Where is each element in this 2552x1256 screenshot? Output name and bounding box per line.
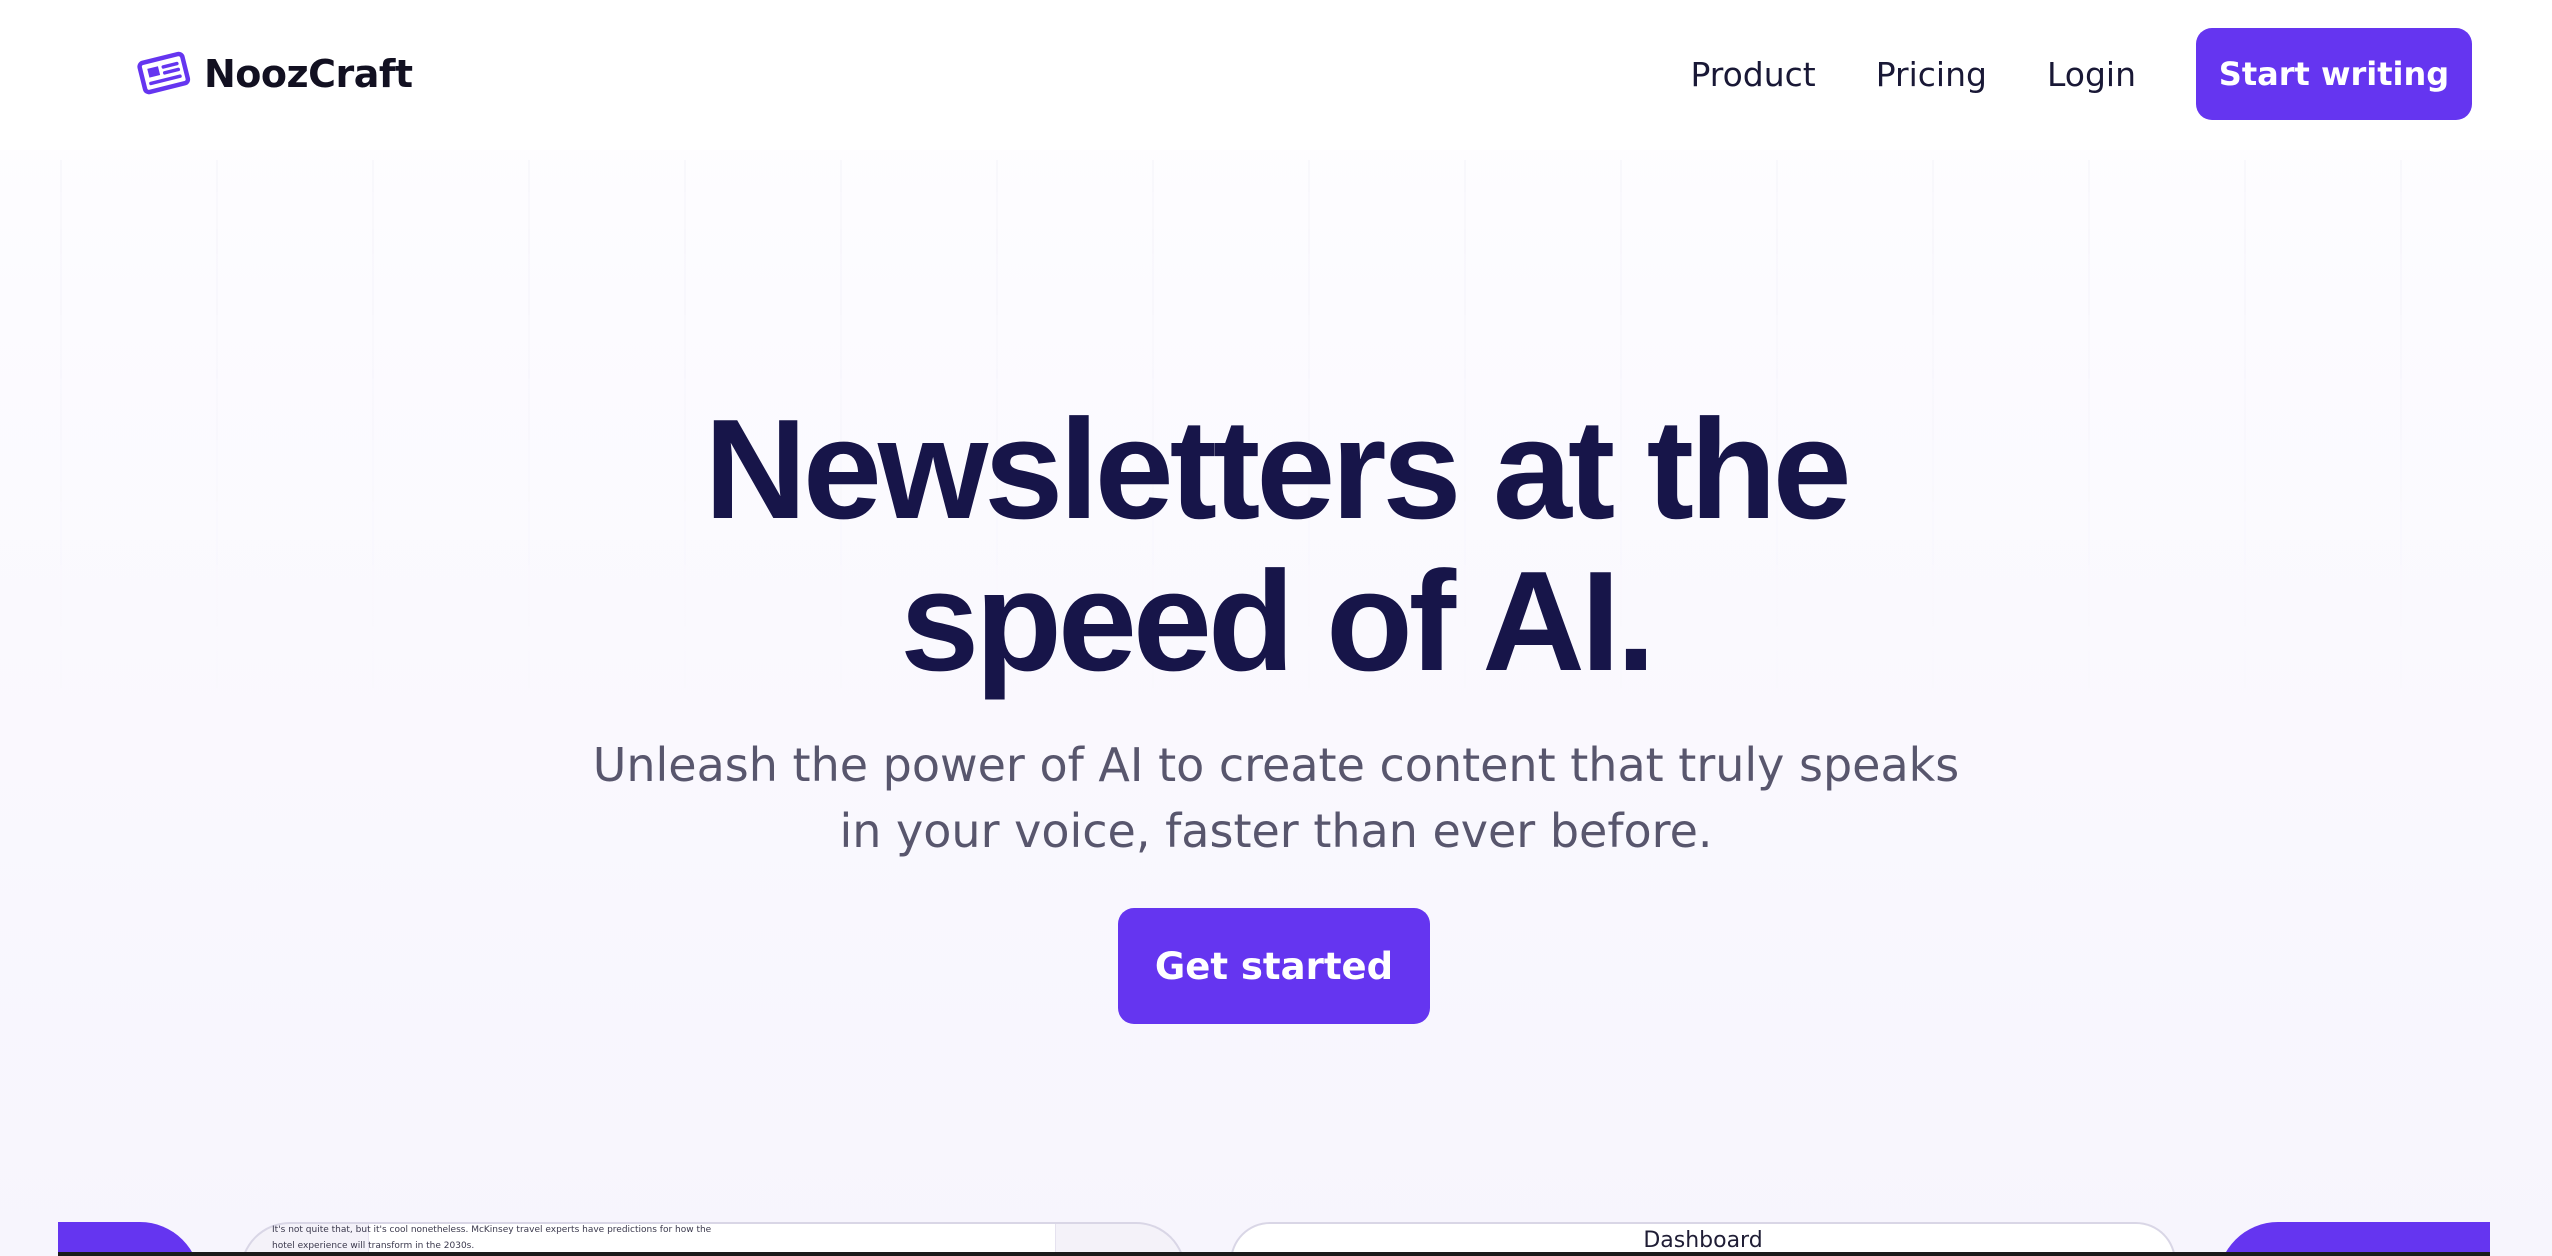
get-started-button[interactable]: Get started: [1118, 908, 1430, 1024]
hero-title-line-2: speed of AI.: [900, 542, 1656, 701]
hero-subtitle: Unleash the power of AI to create conten…: [476, 732, 2076, 864]
hero-title-line-1: Newsletters at the: [704, 390, 1851, 549]
nav-links: Product Pricing Login Start writing: [1690, 28, 2472, 120]
hero-subtitle-line-1: Unleash the power of AI to create conten…: [592, 738, 1960, 792]
preview-left-accent: [58, 1222, 200, 1256]
brand-name: NoozCraft: [204, 52, 413, 96]
landing-page: NoozCraft Product Pricing Login Start wr…: [0, 0, 2552, 1256]
preview-right-accent: [2218, 1222, 2490, 1256]
nav-link-login[interactable]: Login: [2047, 55, 2136, 94]
brand-logo-link[interactable]: NoozCraft: [136, 44, 413, 104]
newsletter-preview-snippet: It's not quite that, but it's cool nonet…: [266, 1222, 926, 1254]
dashboard-title: Dashboard: [1643, 1228, 1763, 1253]
hero-title: Newsletters at the speed of AI.: [476, 394, 2076, 698]
viewport-bottom-edge: [58, 1252, 2490, 1256]
start-writing-button[interactable]: Start writing: [2196, 28, 2472, 120]
hero-subtitle-line-2: in your voice, faster than ever before.: [839, 804, 1713, 858]
top-navigation: NoozCraft Product Pricing Login Start wr…: [0, 0, 2552, 150]
nav-link-product[interactable]: Product: [1690, 55, 1815, 94]
nav-link-pricing[interactable]: Pricing: [1876, 55, 1987, 94]
dashboard-preview-card: Dashboard: [1230, 1222, 2176, 1256]
preview-snippet-line-1: It's not quite that, but it's cool nonet…: [272, 1225, 712, 1235]
newspaper-icon: [137, 51, 191, 95]
